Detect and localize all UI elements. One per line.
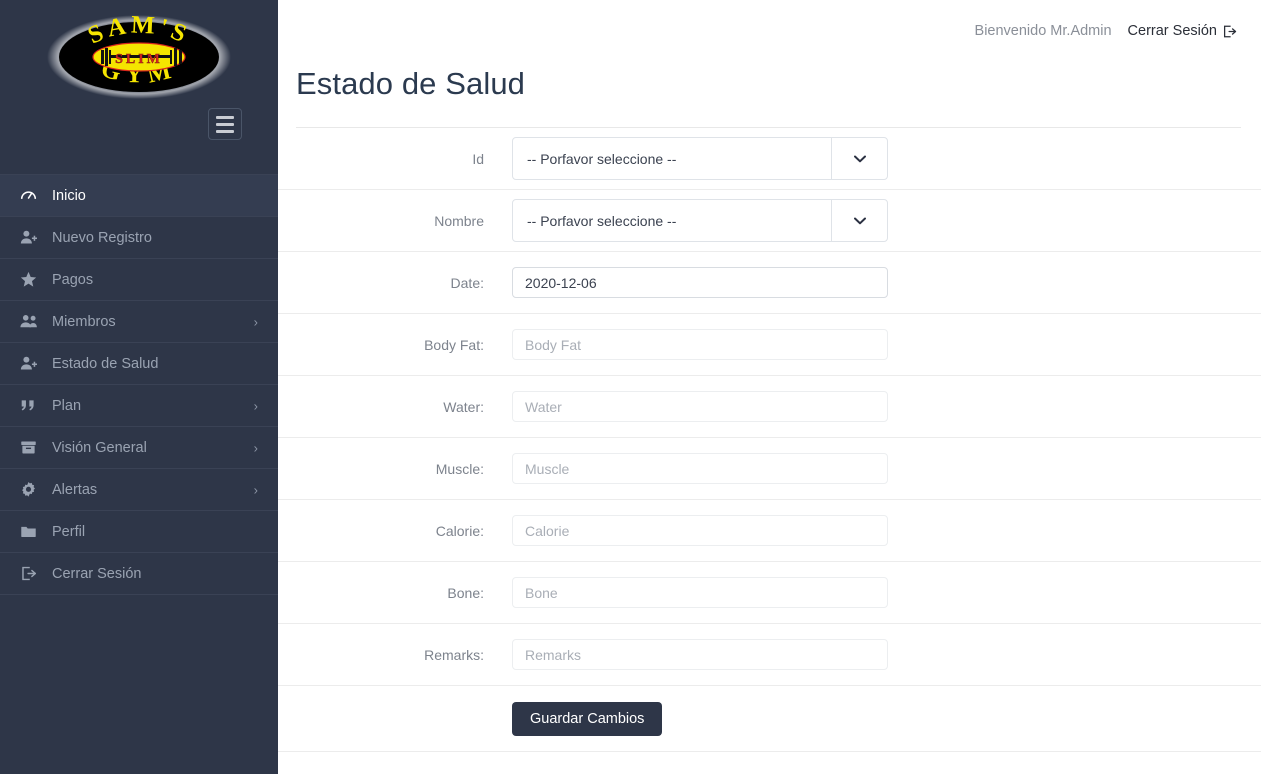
main-content: Bienvenido Mr.Admin Cerrar Sesión Estado… bbox=[278, 0, 1261, 774]
sidebar-item-cerrar-sesion[interactable]: Cerrar Sesión bbox=[0, 553, 278, 595]
star-icon bbox=[20, 271, 42, 288]
control-wrapper bbox=[512, 515, 1261, 546]
sidebar-item-perfil[interactable]: Perfil bbox=[0, 511, 278, 553]
control-wrapper bbox=[512, 639, 1261, 670]
form-row-muscle: Muscle: bbox=[278, 438, 1261, 500]
folder-icon bbox=[20, 523, 42, 540]
gear-icon bbox=[20, 481, 42, 498]
form-row-nombre: Nombre -- Porfavor seleccione -- bbox=[278, 190, 1261, 252]
control-wrapper bbox=[512, 391, 1261, 422]
logout-button[interactable]: Cerrar Sesión bbox=[1128, 23, 1237, 39]
select-value: -- Porfavor seleccione -- bbox=[527, 150, 677, 167]
muscle-input[interactable] bbox=[512, 453, 888, 484]
hamburger-icon[interactable] bbox=[208, 108, 242, 140]
hamburger-bar bbox=[216, 122, 234, 126]
form-label: Id bbox=[472, 150, 484, 167]
form-row-bone: Bone: bbox=[278, 562, 1261, 624]
form-row-calorie: Calorie: bbox=[278, 500, 1261, 562]
chevron-right-icon: › bbox=[253, 314, 258, 329]
calorie-input[interactable] bbox=[512, 515, 888, 546]
sidebar-item-vision-general[interactable]: Visión General › bbox=[0, 427, 278, 469]
select-value: -- Porfavor seleccione -- bbox=[527, 212, 677, 229]
save-button[interactable]: Guardar Cambios bbox=[512, 701, 663, 736]
form-row-id: Id -- Porfavor seleccione -- bbox=[278, 128, 1261, 190]
sidebar-item-label: Inicio bbox=[52, 187, 86, 204]
form-label: Bone: bbox=[447, 584, 484, 601]
control-wrapper: -- Porfavor seleccione -- bbox=[512, 137, 1261, 180]
sidebar-item-plan[interactable]: Plan › bbox=[0, 385, 278, 427]
topbar: Bienvenido Mr.Admin Cerrar Sesión bbox=[278, 0, 1261, 62]
sign-out-icon bbox=[1223, 25, 1237, 37]
chevron-right-icon: › bbox=[253, 482, 258, 497]
control-wrapper bbox=[512, 577, 1261, 608]
user-plus-icon bbox=[20, 229, 42, 246]
bone-input[interactable] bbox=[512, 577, 888, 608]
control-wrapper bbox=[512, 329, 1261, 360]
control-wrapper bbox=[512, 267, 1261, 298]
sidebar-item-label: Visión General bbox=[52, 439, 147, 456]
hamburger-bar bbox=[216, 129, 234, 133]
form-label: Body Fat: bbox=[424, 336, 484, 353]
sidebar-item-miembros[interactable]: Miembros › bbox=[0, 301, 278, 343]
sidebar-item-inicio[interactable]: Inicio bbox=[0, 175, 278, 217]
users-icon bbox=[20, 313, 42, 330]
form-row-water: Water: bbox=[278, 376, 1261, 438]
sidebar: SAM'S GYM SLIM Inicio Nuevo Registro Pag… bbox=[0, 0, 278, 774]
sidebar-nav: Inicio Nuevo Registro Pagos Miembros › E… bbox=[0, 174, 278, 595]
sidebar-item-alertas[interactable]: Alertas › bbox=[0, 469, 278, 511]
form-label: Nombre bbox=[434, 212, 484, 229]
welcome-text: Bienvenido Mr.Admin bbox=[974, 23, 1112, 39]
chevron-right-icon: › bbox=[253, 398, 258, 413]
id-select[interactable]: -- Porfavor seleccione -- bbox=[512, 137, 888, 180]
form-label: Date: bbox=[450, 274, 484, 291]
sidebar-item-label: Plan bbox=[52, 397, 82, 414]
sign-out-icon bbox=[20, 565, 42, 582]
svg-text:SLIM: SLIM bbox=[115, 52, 163, 67]
page-title: Estado de Salud bbox=[296, 66, 526, 101]
app-root: SAM'S GYM SLIM Inicio Nuevo Registro Pag… bbox=[0, 0, 1261, 774]
form-label: Calorie: bbox=[435, 522, 484, 539]
date-input[interactable] bbox=[512, 267, 888, 298]
archive-icon bbox=[20, 439, 42, 456]
sidebar-item-pagos[interactable]: Pagos bbox=[0, 259, 278, 301]
sidebar-item-label: Cerrar Sesión bbox=[52, 565, 142, 582]
logout-label: Cerrar Sesión bbox=[1127, 23, 1217, 39]
form-label: Muscle: bbox=[435, 460, 484, 477]
control-wrapper bbox=[512, 453, 1261, 484]
sidebar-toggle-row bbox=[0, 108, 278, 154]
sidebar-item-label: Nuevo Registro bbox=[52, 229, 152, 246]
user-plus-icon bbox=[20, 355, 42, 372]
remarks-input[interactable] bbox=[512, 639, 888, 670]
nombre-select[interactable]: -- Porfavor seleccione -- bbox=[512, 199, 888, 242]
control-wrapper: -- Porfavor seleccione -- bbox=[512, 199, 1261, 242]
form-label: Water: bbox=[443, 398, 484, 415]
chevron-down-icon[interactable] bbox=[831, 200, 887, 241]
sidebar-item-label: Alertas bbox=[52, 481, 98, 498]
form-row-date: Date: bbox=[278, 252, 1261, 314]
dashboard-icon bbox=[20, 187, 42, 204]
sidebar-item-nuevo-registro[interactable]: Nuevo Registro bbox=[0, 217, 278, 259]
form-row-remarks: Remarks: bbox=[278, 624, 1261, 686]
hamburger-bar bbox=[216, 115, 234, 119]
form-label: Remarks: bbox=[424, 646, 484, 663]
form-row-body-fat: Body Fat: bbox=[278, 314, 1261, 376]
water-input[interactable] bbox=[512, 391, 888, 422]
sidebar-item-label: Pagos bbox=[52, 271, 94, 288]
sidebar-item-label: Perfil bbox=[52, 523, 86, 540]
body-fat-input[interactable] bbox=[512, 329, 888, 360]
quote-icon bbox=[20, 397, 42, 414]
sidebar-item-estado-de-salud[interactable]: Estado de Salud bbox=[0, 343, 278, 385]
sidebar-item-label: Estado de Salud bbox=[52, 355, 159, 372]
gym-logo-icon: SAM'S GYM SLIM bbox=[47, 14, 231, 99]
sidebar-item-label: Miembros bbox=[52, 313, 116, 330]
sidebar-logo: SAM'S GYM SLIM bbox=[0, 0, 278, 108]
chevron-right-icon: › bbox=[253, 440, 258, 455]
chevron-down-icon[interactable] bbox=[831, 138, 887, 179]
health-status-form: Id -- Porfavor seleccione -- Nombre -- P… bbox=[278, 128, 1261, 752]
form-row-submit: Guardar Cambios bbox=[278, 686, 1261, 752]
